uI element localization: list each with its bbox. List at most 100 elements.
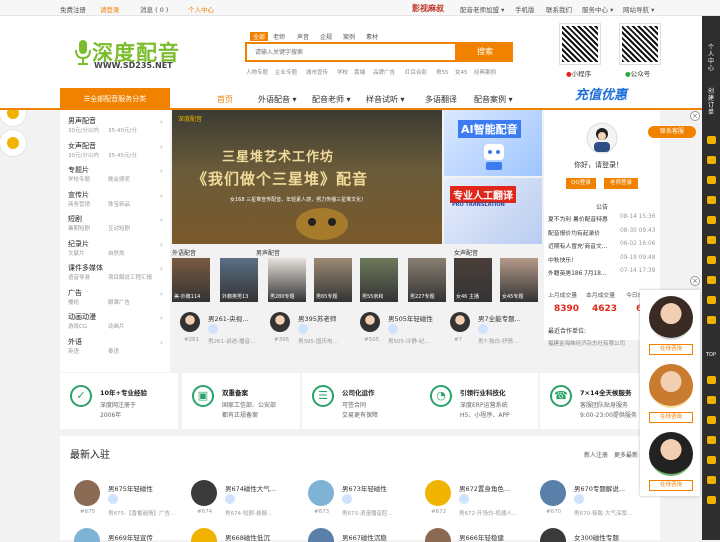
teacher-name[interactable]: 男261-央视... [208, 313, 248, 323]
sidebar-sub[interactable]: 暑期短剧 [68, 224, 90, 232]
rail-icon[interactable] [707, 276, 716, 284]
play-icon[interactable] [388, 324, 398, 334]
rail-icon[interactable] [707, 296, 716, 304]
play-icon[interactable] [108, 494, 118, 504]
sidebar-sub[interactable]: 互动短剧 [108, 224, 130, 232]
play-icon[interactable] [478, 324, 488, 334]
sidebar-sub[interactable]: 35-40元/分 [108, 126, 137, 134]
teacher-name[interactable]: 男667磁性沉稳 [342, 532, 387, 542]
teacher-sample[interactable]: 男395-国庆电... [298, 337, 338, 345]
recharge-banner[interactable]: 充值优惠 [575, 84, 645, 108]
voice-thumbnail[interactable]: 女45专题 [500, 258, 538, 302]
phone-float-icon[interactable] [0, 130, 26, 156]
voice-thumbnail[interactable]: 男55亲和 [360, 258, 398, 302]
sidebar-sub[interactable]: 动画片 [108, 322, 125, 330]
teacher-sample[interactable]: 男7-独白-抒情... [478, 337, 518, 345]
teacher-avatar[interactable] [360, 312, 380, 332]
voice-thumbnail[interactable]: 男65专题 [314, 258, 352, 302]
search-tab-case[interactable]: 案例 [343, 32, 355, 41]
rail-icon[interactable] [707, 496, 716, 504]
voice-thumbnail[interactable]: 男280专题 [268, 258, 306, 302]
notice-item[interactable]: 中秋快乐！ [548, 255, 577, 264]
hot-word[interactable]: 女45 [455, 68, 468, 76]
search-tab-all[interactable]: 全部 [250, 32, 269, 41]
teacher-name[interactable]: 男672置身角色... [459, 483, 510, 493]
login-link[interactable]: 请登录 [100, 4, 120, 14]
nav-translation[interactable]: 多语翻译 [425, 94, 457, 105]
consult-button[interactable]: 在线咨询 [649, 344, 693, 355]
hot-word[interactable]: 红目合影 [405, 68, 427, 76]
notice-item[interactable]: 夏不为利 暑价配音特惠 [548, 214, 608, 223]
sidebar-sub[interactable]: 楼纺 [68, 298, 79, 306]
nav-foreign[interactable]: 外语配音 ▾ [258, 94, 297, 105]
teacher-avatar[interactable] [270, 312, 290, 332]
voice-thumbnail[interactable]: 男227专题 [408, 258, 446, 302]
rail-icon[interactable] [707, 256, 716, 264]
rail-icon[interactable] [707, 196, 716, 204]
sidebar-sub[interactable]: 珠宝新品 [108, 200, 130, 208]
hot-word[interactable]: 人物专题 [246, 68, 268, 76]
teacher-name[interactable]: 男670专题解说... [574, 483, 625, 493]
mobile-link[interactable]: 手机版 [515, 4, 535, 14]
sidebar-sub[interactable]: 文献片 [68, 249, 85, 257]
nav-teachers[interactable]: 配音老师 ▾ [312, 94, 351, 105]
teacher-avatar[interactable] [191, 480, 217, 506]
teacher-avatar[interactable] [308, 480, 334, 506]
personal-center-link[interactable]: 个人中心 [188, 4, 214, 14]
consult-button[interactable]: 在线咨询 [649, 412, 693, 423]
consult-button[interactable]: 在线咨询 [649, 480, 693, 491]
teacher-sample[interactable]: 男670-极致-大气深厚... [574, 509, 632, 517]
sidebar-sub[interactable]: 学校专题 [68, 175, 90, 183]
search-input[interactable] [247, 44, 447, 60]
main-banner[interactable]: 深度配音 三星堆艺术工作坊 《我们做个三星堆》配音 女168 三星堆宣传配音，年… [172, 110, 442, 244]
new-register-link[interactable]: 新人注册 [584, 450, 608, 459]
all-categories-button[interactable]: ☰全部配音服务分类 [60, 88, 170, 110]
teacher-name[interactable]: 男395苏老师 [298, 313, 336, 323]
teacher-sample[interactable]: 男505-冷静-纪... [388, 337, 430, 345]
teacher-name[interactable]: 女300磁性专题 [574, 532, 619, 542]
teacher-avatar[interactable] [425, 480, 451, 506]
sidebar-category[interactable]: 男声配音 [68, 116, 96, 126]
search-tab-enterprise[interactable]: 企规 [320, 32, 332, 41]
play-icon[interactable] [342, 494, 352, 504]
rail-icon[interactable] [707, 396, 716, 404]
teacher-name[interactable]: 男675年轻磁性 [108, 483, 153, 493]
sidebar-sub[interactable]: 35-45元/分 [108, 151, 137, 159]
rail-create-order[interactable]: 创建订单 [706, 88, 716, 116]
teacher-name[interactable]: 男505年轻磁性 [388, 313, 433, 323]
teacher-name[interactable]: 男7全能专题... [478, 313, 521, 323]
ai-voice-banner[interactable]: AI智能配音 [444, 110, 542, 176]
hot-word[interactable]: 经典案例 [474, 68, 496, 76]
sidebar-sub[interactable]: 晚会颁奖 [108, 175, 130, 183]
sidebar-sub[interactable]: 游戏CG [68, 322, 87, 330]
search-button[interactable]: 搜索 [457, 42, 513, 62]
translation-banner[interactable]: 专业人工翻译 PRO TRANSLATION [444, 178, 542, 244]
sidebar-sub[interactable]: 英语 [68, 347, 79, 355]
teacher-login-button[interactable]: 老师登录 [604, 178, 638, 189]
rail-icon[interactable] [707, 156, 716, 164]
messages-link[interactable]: 消息 ( 0 ) [140, 4, 168, 14]
teacher-sample[interactable]: 男672-开场白-机器人... [459, 509, 517, 517]
voice-thumbnail[interactable]: 女46 主播 [454, 258, 492, 302]
hot-word[interactable]: 学校 [337, 68, 348, 76]
sidebar-sub[interactable]: 语音导游 [68, 273, 90, 281]
qq-login-button[interactable]: QQ登录 [566, 178, 596, 189]
close-icon[interactable]: × [690, 276, 700, 286]
sidebar-category[interactable]: 短剧 [68, 214, 82, 224]
notice-item[interactable]: 外籍英男186 7月18... [548, 268, 606, 277]
sidebar-category[interactable]: 外语 [68, 337, 82, 347]
rail-icon[interactable] [707, 436, 716, 444]
hot-word[interactable]: 城市宣传 [306, 68, 328, 76]
close-icon[interactable]: × [690, 111, 700, 121]
voice-thumbnail[interactable]: 美-外籍114 [172, 258, 210, 302]
sidebar-category[interactable]: 课件多媒体 [68, 263, 103, 273]
teacher-name[interactable]: 男666年轻稳健 [459, 532, 504, 542]
service-center-link[interactable]: 服务中心 ▾ [582, 4, 613, 14]
nav-home[interactable]: 首页 [217, 94, 233, 105]
search-tab-voice[interactable]: 声音 [297, 32, 309, 41]
contact-link[interactable]: 联系我们 [546, 4, 572, 14]
rail-icon[interactable] [707, 176, 716, 184]
play-icon[interactable] [208, 324, 218, 334]
sidebar-category[interactable]: 动画动漫 [68, 312, 96, 322]
notice-item[interactable]: 配音报价均有起录价 [548, 228, 600, 237]
